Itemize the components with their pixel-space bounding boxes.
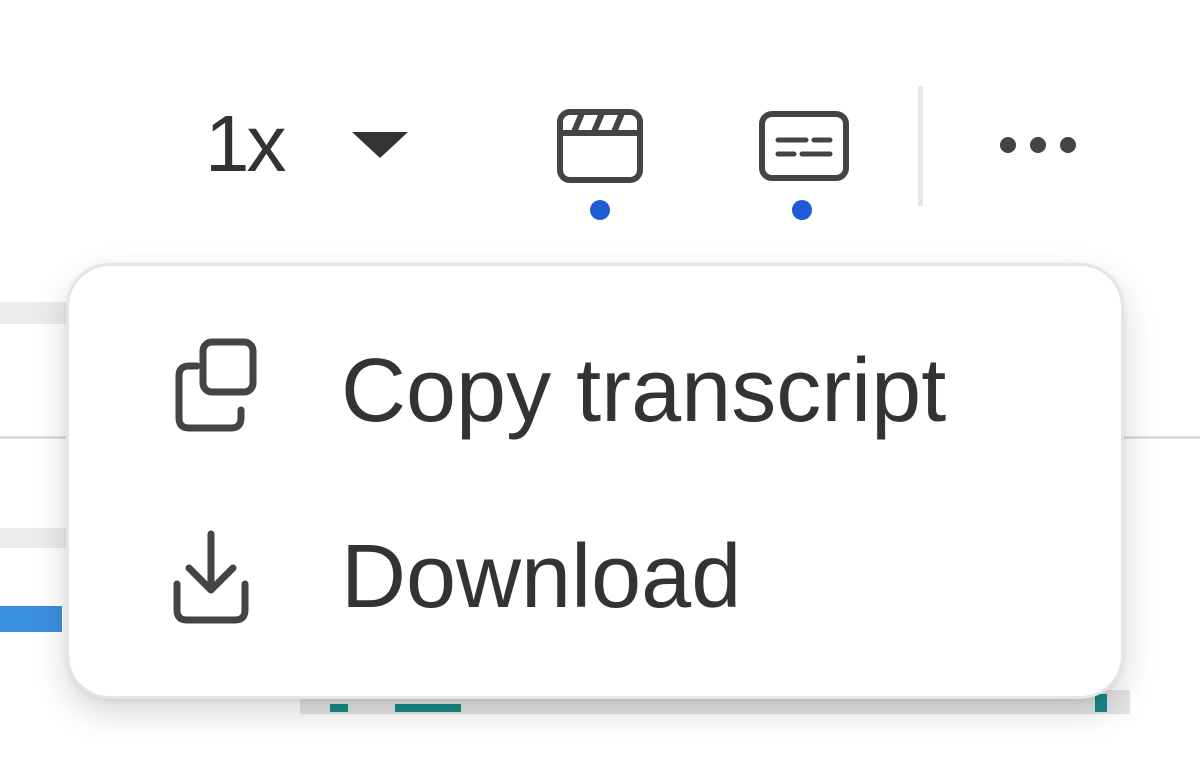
toolbar-divider bbox=[918, 86, 923, 206]
captions-icon bbox=[759, 111, 849, 181]
background-panel-mid bbox=[0, 528, 66, 548]
background-panel-top bbox=[0, 302, 66, 324]
menu-item-download[interactable]: Download bbox=[159, 502, 1059, 652]
caret-down-icon bbox=[352, 132, 408, 158]
more-horizontal-icon bbox=[1000, 137, 1076, 153]
more-options-menu: Copy transcript Download bbox=[66, 263, 1124, 699]
player-toolbar: 1x bbox=[0, 0, 1200, 240]
menu-item-copy-transcript[interactable]: Copy transcript bbox=[159, 316, 1059, 466]
download-icon bbox=[159, 522, 269, 632]
captions-active-indicator bbox=[792, 200, 812, 220]
copy-icon bbox=[159, 336, 269, 446]
captions-button[interactable] bbox=[754, 100, 864, 230]
background-teal-mark-3 bbox=[1095, 694, 1107, 712]
background-teal-mark-2 bbox=[395, 704, 461, 712]
background-teal-mark-1 bbox=[330, 704, 348, 712]
menu-item-label: Copy transcript bbox=[341, 341, 947, 441]
menu-item-label: Download bbox=[341, 527, 742, 627]
playback-speed-dropdown[interactable]: 1x bbox=[205, 96, 415, 192]
clapperboard-icon bbox=[557, 109, 643, 183]
more-options-button[interactable] bbox=[990, 115, 1090, 175]
clip-active-indicator bbox=[590, 200, 610, 220]
playback-speed-label: 1x bbox=[205, 99, 286, 188]
clip-button[interactable] bbox=[552, 100, 662, 230]
background-progress-bar bbox=[0, 606, 62, 632]
